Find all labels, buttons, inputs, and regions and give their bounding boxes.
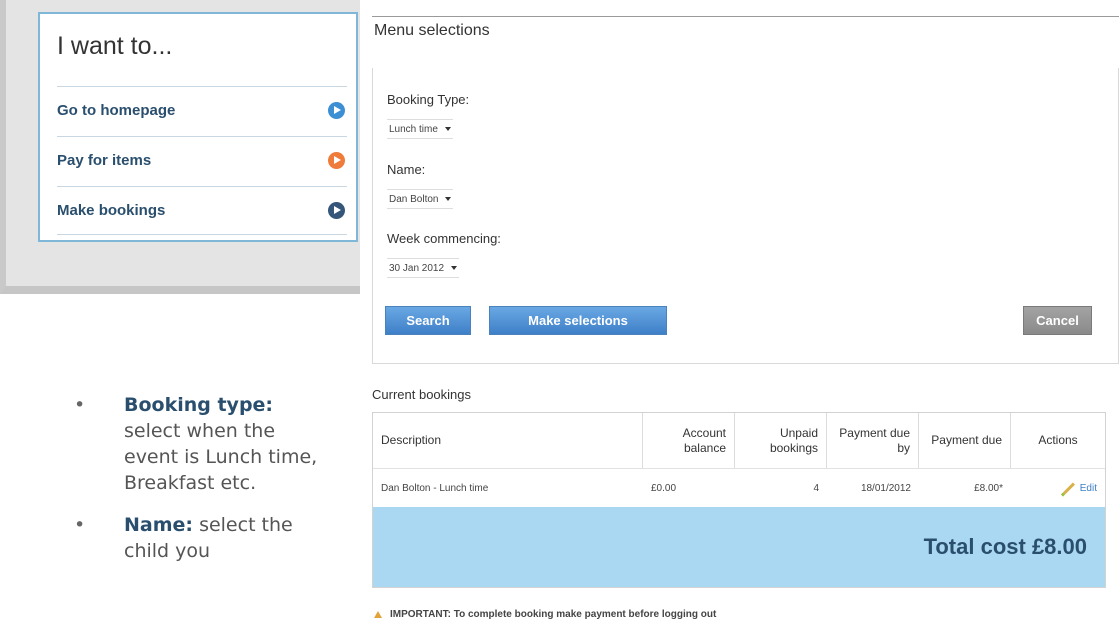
column-header: Payment due	[919, 413, 1011, 468]
booking-type-label: Booking Type:	[387, 92, 470, 107]
instruction-term: Booking type:	[124, 394, 274, 416]
name-value: Dan Bolton	[389, 193, 439, 205]
current-bookings-title: Current bookings	[372, 387, 471, 402]
iwant-panel: I want to... Go to homepage Pay for item…	[38, 12, 358, 242]
name-label: Name:	[387, 162, 426, 177]
search-button[interactable]: Search	[385, 306, 471, 335]
week-commencing-label: Week commencing:	[387, 231, 501, 246]
caret-down-icon	[451, 266, 458, 270]
iwant-item-homepage[interactable]: Go to homepage	[57, 86, 347, 134]
iwant-item-label: Go to homepage	[57, 102, 176, 119]
iwant-divider	[57, 234, 347, 235]
iwant-item-label: Pay for items	[57, 152, 152, 169]
arrow-right-circle-icon	[328, 202, 345, 219]
column-header: Description	[373, 413, 643, 468]
total-cost: Total cost £8.00	[923, 534, 1087, 559]
make-selections-button[interactable]: Make selections	[489, 306, 667, 335]
week-commencing-select[interactable]: 30 Jan 2012	[387, 258, 460, 278]
cell-actions: Edit	[1011, 482, 1105, 495]
important-notice: IMPORTANT: To complete booking make paym…	[374, 609, 716, 620]
menu-title: Menu selections	[374, 22, 490, 39]
edit-link[interactable]: Edit	[1062, 482, 1097, 495]
warning-icon	[374, 611, 382, 618]
iwant-item-label: Make bookings	[57, 202, 166, 219]
cell-account-balance: £0.00	[651, 482, 677, 494]
name-select[interactable]: Dan Bolton	[387, 189, 454, 209]
total-cost-bar: Total cost £8.00	[373, 507, 1105, 587]
instruction-term: Name:	[124, 514, 194, 536]
column-header: Account balance	[643, 413, 735, 468]
column-header: Actions	[1038, 433, 1078, 447]
pencil-icon	[1062, 482, 1075, 495]
instruction-text: select when the event is Lunch time, Bre…	[124, 420, 318, 494]
booking-type-select[interactable]: Lunch time	[387, 119, 453, 139]
instruction-item: Booking type: select when the event is L…	[74, 392, 334, 496]
cell-payment-due-by: 18/01/2012	[860, 482, 911, 494]
week-commencing-value: 30 Jan 2012	[389, 262, 445, 274]
bookings-table: Description Account balance Unpaid booki…	[372, 412, 1106, 588]
arrow-right-circle-icon	[328, 102, 345, 119]
column-header: Unpaid bookings	[735, 413, 827, 468]
table-header: Description Account balance Unpaid booki…	[373, 413, 1105, 469]
table-row: Dan Bolton - Lunch time £0.00 4 18/01/20…	[373, 469, 1105, 507]
column-header: Payment due by	[827, 413, 919, 468]
iwant-title: I want to...	[57, 32, 173, 60]
cancel-button[interactable]: Cancel	[1023, 306, 1092, 335]
edit-label: Edit	[1079, 483, 1097, 494]
cell-unpaid-bookings: 4	[813, 482, 819, 494]
instruction-item: Name: select the child you	[74, 512, 334, 564]
instructions-list: Booking type: select when the event is L…	[74, 392, 334, 580]
cell-payment-due: £8.00*	[974, 482, 1003, 494]
booking-type-value: Lunch time	[389, 123, 438, 135]
menu-selections-panel: Booking Type: Lunch time Name: Dan Bolto…	[372, 68, 1119, 364]
cell-description: Dan Bolton - Lunch time	[381, 482, 489, 494]
iwant-item-bookings[interactable]: Make bookings	[57, 186, 347, 234]
menu-top-divider	[372, 16, 1119, 17]
arrow-right-circle-icon	[328, 152, 345, 169]
important-text: IMPORTANT: To complete booking make paym…	[390, 609, 717, 620]
caret-down-icon	[445, 197, 452, 201]
iwant-item-pay[interactable]: Pay for items	[57, 136, 347, 184]
caret-down-icon	[444, 127, 451, 131]
